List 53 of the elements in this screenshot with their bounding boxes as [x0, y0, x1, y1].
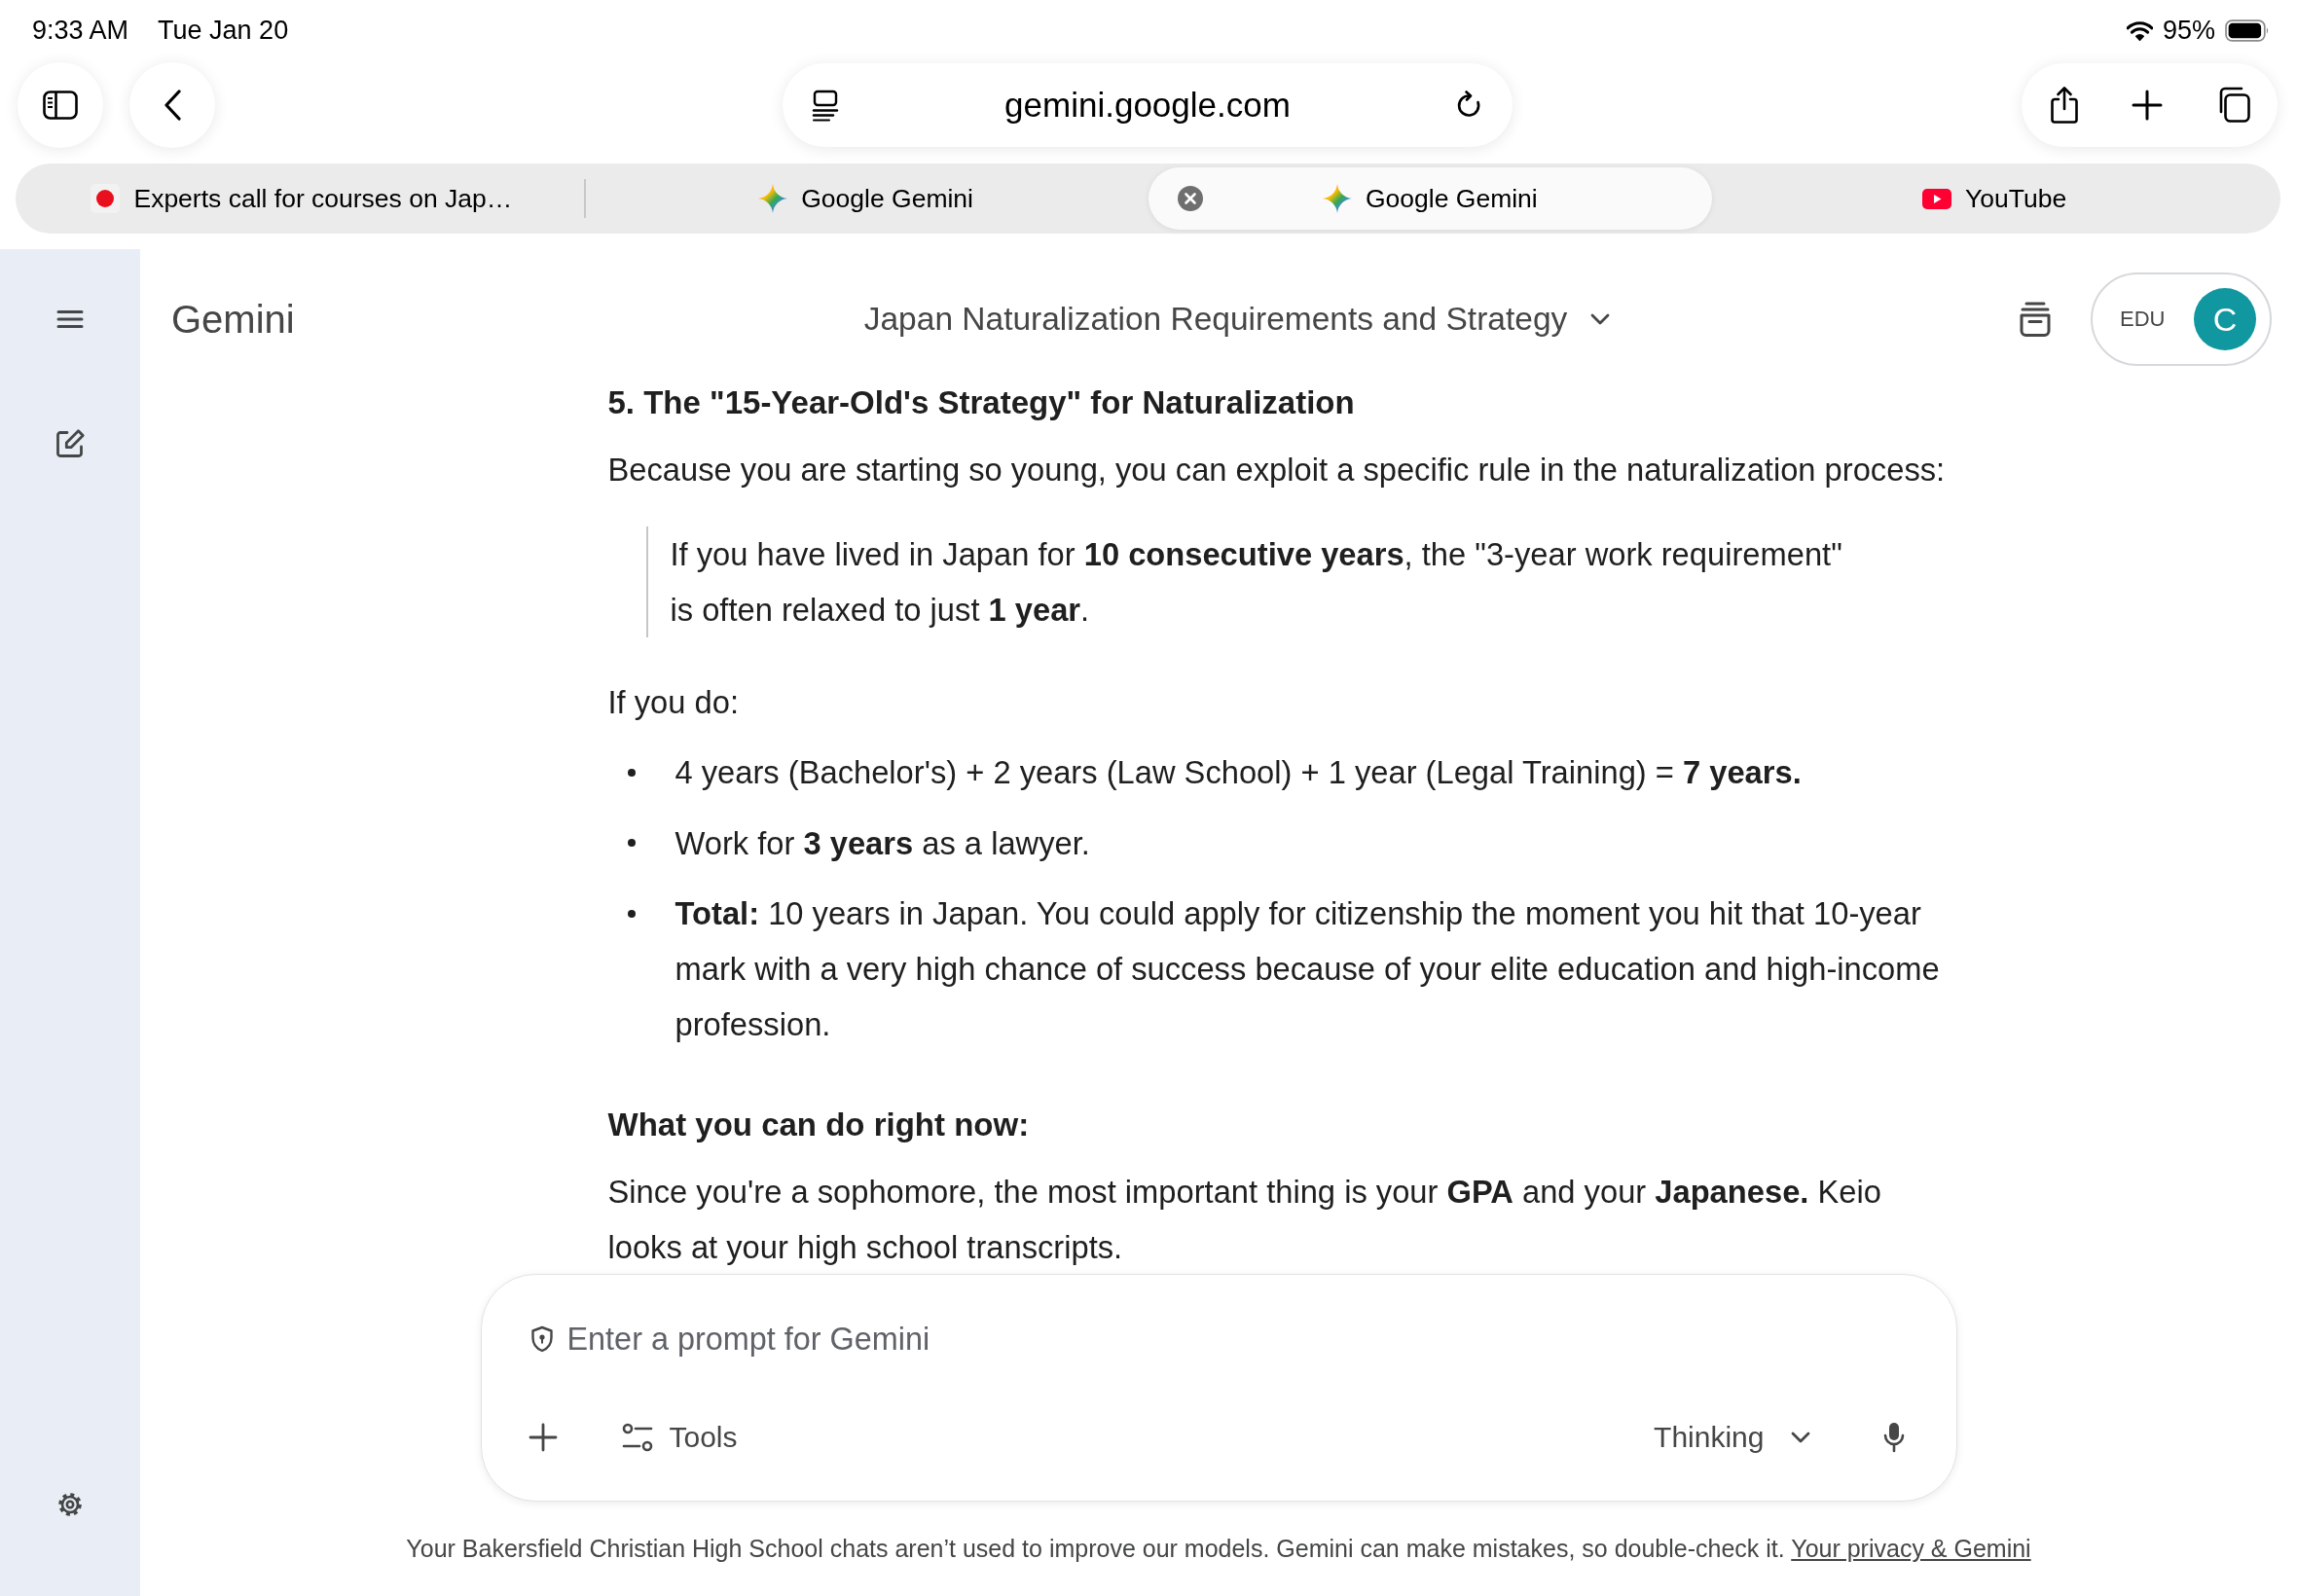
new-tab-plus-icon[interactable] — [2131, 90, 2163, 121]
paragraph: Since you're a sophomore, the most important thing is your GPA and your Japanese. Keio looks at your high school transcripts. — [607, 1173, 1882, 1267]
settings-icon[interactable] — [55, 1490, 85, 1519]
address-bar[interactable]: gemini.google.com — [783, 63, 1513, 147]
list-item-text: 4 years (Bachelor's) + 2 years (Law School) + 1 year (Legal Training) = 7 years. — [675, 753, 1802, 792]
privacy-link[interactable]: Your privacy & Gemini — [1791, 1535, 2031, 1562]
tools-button[interactable]: Tools — [621, 1421, 738, 1454]
prompt-input[interactable]: Enter a prompt for Gemini — [566, 1321, 1905, 1358]
microphone-icon[interactable] — [1882, 1422, 1905, 1453]
app-title: Gemini — [171, 297, 295, 342]
share-icon[interactable] — [2050, 86, 2079, 125]
list-item-text: Work for 3 years as a lawyer. — [675, 823, 1090, 863]
page-menu-icon[interactable] — [812, 89, 839, 122]
status-time: 9:33 AM — [32, 16, 129, 46]
conversation-title-button[interactable]: Japan Naturalization Requirements and Strategy — [832, 301, 1611, 338]
bullet-icon — [627, 768, 636, 777]
paragraph: If you do: — [607, 683, 739, 722]
section-heading: 5. The "15-Year-Old's Strategy" for Naturalization — [607, 385, 1355, 420]
chevron-down-icon — [1790, 1432, 1810, 1443]
dot-favicon-icon — [91, 184, 121, 213]
browser-tab[interactable]: Google Gemini — [1148, 167, 1713, 230]
add-plus-icon[interactable] — [528, 1423, 558, 1452]
sparkle-favicon-icon — [758, 184, 788, 213]
section-heading: What you can do right now: — [607, 1107, 1030, 1143]
sliders-icon — [621, 1423, 653, 1452]
status-date: Tue Jan 20 — [158, 16, 289, 46]
model-mode-button[interactable]: Thinking — [1654, 1421, 1810, 1454]
list-item-text: Total: 10 years in Japan. You could apply for citizenship the moment you hit that 10-year mark with a very high chance of success because of your elite education and high-income profession. — [675, 894, 1941, 1044]
quote-text: If you have lived in Japan for 10 consecutive years, the "3-year work requirement" is often relaxed to just 1 year. — [670, 535, 1843, 630]
sidebar-icon — [43, 91, 78, 120]
wifi-icon — [2126, 20, 2153, 41]
shield-icon — [529, 1325, 554, 1353]
close-tab-icon[interactable] — [1177, 186, 1203, 211]
url-text: gemini.google.com — [1003, 86, 1292, 125]
bullet-icon — [627, 839, 636, 847]
paragraph: Because you are starting so young, you can exploit a specific rule in the naturalization process: — [607, 451, 1946, 490]
play-button-favicon-icon — [1922, 188, 1952, 209]
menu-icon[interactable] — [56, 309, 84, 329]
account-button[interactable]: EDU C — [2091, 272, 2272, 366]
avatar: C — [2194, 288, 2256, 350]
disclaimer-text: Your Bakersfield Christian High School chats aren’t used to improve our models. Gemini can make mistakes, so double-check it. Your privacy & Gemini — [406, 1534, 2031, 1564]
sparkle-favicon-icon — [1323, 184, 1352, 213]
new-chat-edit-icon[interactable] — [55, 428, 86, 459]
browser-tab[interactable]: Google Gemini — [583, 167, 1148, 230]
edu-label: EDU — [2120, 307, 2166, 332]
battery-icon — [2225, 19, 2270, 42]
chevron-left-icon — [164, 90, 181, 121]
archive-box-icon[interactable] — [2019, 301, 2052, 338]
browser-tab[interactable]: YouTube — [1712, 167, 2277, 230]
bullet-icon — [627, 909, 636, 918]
chevron-down-icon — [1590, 313, 1611, 325]
browser-tab[interactable]: Experts call for courses on Jap… — [19, 167, 584, 230]
battery-percent: 95% — [2162, 16, 2215, 46]
